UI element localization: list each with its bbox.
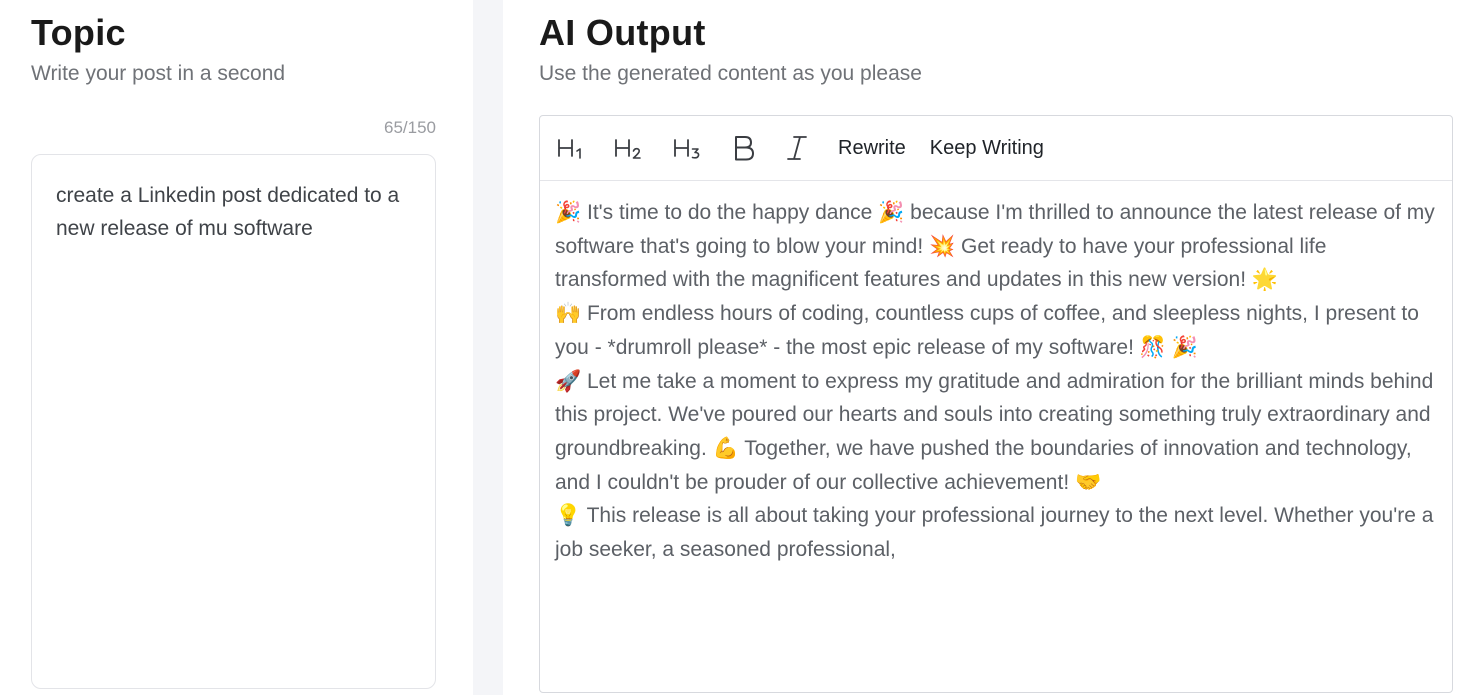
keep-writing-button[interactable]: Keep Writing bbox=[930, 137, 1044, 160]
rewrite-button[interactable]: Rewrite bbox=[838, 137, 906, 160]
character-counter: 65/150 bbox=[384, 118, 436, 137]
generated-content[interactable]: 🎉 It's time to do the happy dance 🎉 beca… bbox=[555, 196, 1435, 567]
topic-title: Topic bbox=[31, 12, 126, 53]
heading-2-button[interactable] bbox=[614, 128, 644, 168]
heading-3-icon bbox=[674, 139, 700, 159]
paragraph: 🚀 Let me take a moment to express my gra… bbox=[555, 369, 1434, 494]
paragraph: 🎉 It's time to do the happy dance 🎉 beca… bbox=[555, 201, 1435, 292]
italic-button[interactable] bbox=[785, 128, 809, 168]
heading-2-icon bbox=[615, 139, 641, 159]
heading-1-icon bbox=[558, 139, 581, 159]
output-editor[interactable]: Rewrite Keep Writing 🎉 It's time to do t… bbox=[539, 115, 1453, 693]
output-title: AI Output bbox=[539, 12, 706, 53]
topic-subtitle: Write your post in a second bbox=[31, 62, 286, 85]
heading-1-button[interactable] bbox=[557, 128, 585, 168]
paragraph: 💡 This release is all about taking your … bbox=[555, 504, 1434, 562]
output-subtitle: Use the generated content as you please bbox=[539, 62, 922, 85]
output-panel: AI Output Use the generated content as y… bbox=[503, 0, 1458, 695]
bold-button[interactable] bbox=[732, 128, 756, 168]
heading-3-button[interactable] bbox=[673, 128, 703, 168]
page: Topic Write your post in a second 65/150… bbox=[0, 0, 1458, 695]
topic-input[interactable]: create a Linkedin post dedicated to a ne… bbox=[31, 154, 436, 689]
bold-icon bbox=[735, 136, 754, 161]
topic-panel: Topic Write your post in a second 65/150… bbox=[0, 0, 473, 695]
editor-toolbar: Rewrite Keep Writing bbox=[540, 116, 1452, 181]
paragraph: 🙌 From endless hours of coding, countles… bbox=[555, 302, 1419, 359]
italic-icon bbox=[787, 136, 807, 160]
panel-divider bbox=[473, 0, 503, 695]
